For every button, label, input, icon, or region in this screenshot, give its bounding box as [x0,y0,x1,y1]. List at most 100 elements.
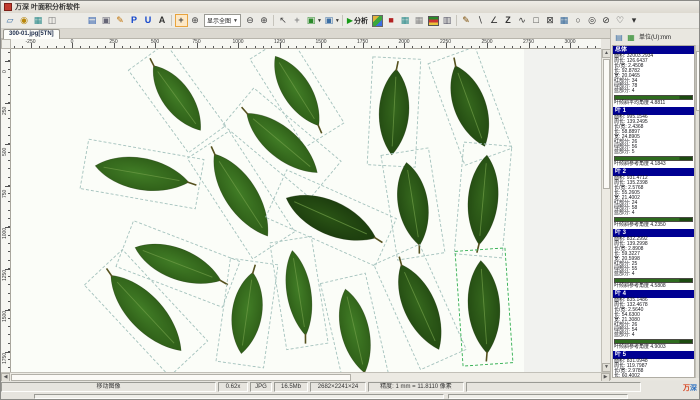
result-row: 蓝部分: 4 [613,333,694,338]
result-section: 叶 5面积: 831.0948周长: 119.7987长/宽: 2.9788长:… [613,351,694,378]
green-marker-icon[interactable]: ▣ [304,14,317,27]
ruler-h-label: 2750 [523,39,534,45]
ruler-h-label: 2250 [440,39,451,45]
move-object-icon[interactable]: + [290,14,303,27]
edit-icon[interactable]: ✎ [114,14,127,27]
blue-marker-icon-group[interactable]: ▣▼ [322,14,340,27]
brand-logo: 万深 [683,383,697,393]
panel-results-list: 总体面积: 32003.2934周长: 126.6437长/宽: 2.4508长… [612,45,695,378]
font-size-icon[interactable]: A [156,14,169,27]
save-icon[interactable]: ▤ [86,14,99,27]
color-cube-icon [372,15,383,27]
select-arrow-icon[interactable]: ↖ [276,14,289,27]
vertical-scroll-thumb[interactable] [603,59,610,189]
table-gray-icon[interactable]: ▦ [413,14,426,27]
monitor-icon[interactable]: ◫ [46,14,59,27]
horizontal-scrollbar[interactable]: ◀ ▶ [1,372,610,381]
brand-logo-char: 万 [683,385,690,392]
image-canvas[interactable] [11,49,601,372]
result-row: 蓝部分: 4 [613,272,694,277]
print-icon[interactable]: ▣ [100,14,113,27]
status-cell: 2682×2241×24 [310,382,366,392]
horizontal-scroll-thumb[interactable] [11,374,351,381]
slash-circle-icon[interactable]: ⊘ [600,14,613,27]
image-tab[interactable]: 300-01.jpg[5TN] [3,29,60,39]
angle-row: 叶倾斜平均角度 4.8811 [613,100,694,106]
vertical-scrollbar[interactable]: ▲ ▼ [601,49,610,372]
status-cell: 移动图像 [1,382,216,392]
result-section: 叶 4面积: 835.1486周长: 132.4678长/宽: 2.5640长:… [613,290,694,350]
new-page-icon[interactable]: ▱ [4,14,17,27]
status-cell: 16.5Mb [274,382,308,392]
ruler-v-label: 500 [2,148,8,156]
circle-tool-icon[interactable]: ○ [572,14,585,27]
ruler-v-label: 750 [2,189,8,197]
ruler-h-label: 1750 [357,39,368,45]
analyze-button[interactable]: ▶分析 [347,16,368,26]
report-icon[interactable]: ▥ [441,14,454,27]
heart-tool-icon[interactable]: ♡ [614,14,627,27]
ruler-corner [1,39,11,49]
result-section: 叶 1面积: 995.1546周长: 139.2495长/宽: 2.4368长:… [613,107,694,167]
bold-p-icon[interactable]: P [128,14,141,27]
grid-capture-icon[interactable]: ▦ [32,14,45,27]
line-tool-icon[interactable]: ∖ [474,14,487,27]
blue-marker-icon[interactable]: ▣ [322,14,335,27]
zoom-tool-icon[interactable]: ⊕ [189,14,202,27]
result-section: 总体面积: 32003.2934周长: 126.6437长/宽: 2.4508长… [613,46,694,106]
chevron-down-icon[interactable]: ▼ [335,18,340,24]
unit-dropdown[interactable]: 单位(U):mm [639,32,671,41]
zoom-out-icon[interactable]: ⊖ [243,14,256,27]
vertical-ruler: 025050075010001250150017502000 [1,49,11,372]
tab-row: 300-01.jpg[5TN] [1,29,610,39]
camera-icon[interactable]: ◉ [18,14,31,27]
play-icon: ▶ [347,16,353,25]
green-marker-icon-group[interactable]: ▣▼ [304,14,322,27]
status-progress-track [34,394,444,399]
result-row: 蓝部分: 4 [613,211,694,216]
ruler-h-label: 500 [151,39,159,45]
color-cube-icon[interactable] [371,14,384,27]
analyze-label: 分析 [354,16,368,26]
panel-toolbar: ▤▦ 单位(U):mm [611,29,700,43]
window-title: 万深 叶面积分析软件 [15,2,80,12]
curve-tool-icon[interactable]: ∿ [516,14,529,27]
ruler-v-label: 1000 [2,228,8,239]
rect-tool-icon[interactable]: □ [530,14,543,27]
toolbar-separator [342,15,343,26]
zoom-in-icon[interactable]: ⊕ [257,14,270,27]
pen-icon[interactable]: ✎ [460,14,473,27]
toolbar-main: ▤▣✎PUA+⊕显示全图▼⊖⊕↖+▣▼▣▼▶分析■▦▦▥✎∖∠Z∿□⊠▦○◎⊘♡… [85,14,641,27]
view-mode-label: 显示全图 [207,16,231,25]
panel-scroll-thumb[interactable] [696,51,700,111]
chevron-down-icon: ▼ [233,18,238,24]
ruler-h-label: 1000 [232,39,243,45]
zigzag-tool-icon[interactable]: Z [502,14,515,27]
measurement-panel: ▤▦ 单位(U):mm 总体面积: 32003.2934周长: 126.6437… [610,29,700,380]
brand-logo-char: 深 [690,385,697,392]
angle-row: 叶倾斜参考角度 4.5808 [613,283,694,289]
histogram-flag-icon[interactable] [427,14,440,27]
app-window: 万深 叶面积分析软件 ▱◉▦◫ ▤▣✎PUA+⊕显示全图▼⊖⊕↖+▣▼▣▼▶分析… [0,0,700,400]
angle-tool-icon[interactable]: ∠ [488,14,501,27]
angle-row: 叶倾斜参考角度 4.9003 [613,344,694,350]
red-square-icon[interactable]: ■ [385,14,398,27]
view-mode-dropdown[interactable]: 显示全图▼ [204,14,241,27]
underline-u-icon[interactable]: U [142,14,155,27]
pan-tool-icon[interactable]: + [175,14,188,27]
panel-export-icon[interactable]: ▤ [614,32,625,43]
grid-tool-icon[interactable]: ▦ [558,14,571,27]
table-teal-icon[interactable]: ▦ [399,14,412,27]
horizontal-ruler: -250025050075010001250150017502000225025… [11,39,601,49]
status-cell: 0.62x [218,382,248,392]
toolbar-overflow-icon[interactable]: ▾ [628,14,641,27]
status-cell: JPG [250,382,272,392]
result-section: 叶 2面积: 931.4712周长: 135.2398长/宽: 2.5768长:… [613,168,694,228]
crossed-rect-icon[interactable]: ⊠ [544,14,557,27]
target-tool-icon[interactable]: ◎ [586,14,599,27]
ruler-h-label: 750 [192,39,200,45]
ruler-v-label: 1250 [2,269,8,280]
panel-scrollbar[interactable] [695,45,700,378]
ruler-v-label: 1500 [2,311,8,322]
panel-grid-icon[interactable]: ▦ [626,32,637,43]
